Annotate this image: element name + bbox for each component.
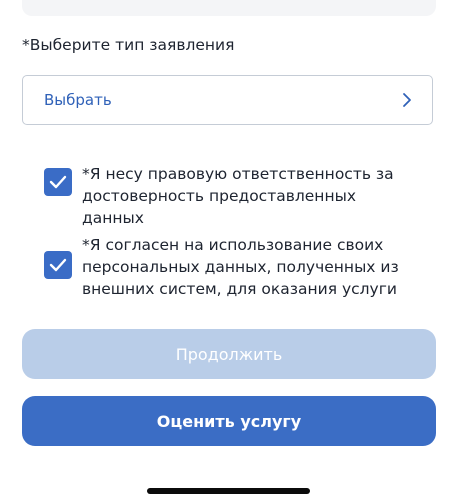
home-indicator[interactable] <box>147 488 310 494</box>
checkmark-icon <box>49 258 67 272</box>
chevron-right-icon <box>403 93 411 107</box>
continue-button[interactable]: Продолжить <box>22 329 436 379</box>
application-type-select[interactable]: Выбрать <box>22 75 433 125</box>
checkmark-icon <box>49 175 67 189</box>
select-value: Выбрать <box>44 91 112 109</box>
consent-checkbox[interactable] <box>44 251 72 279</box>
page: *Выберите тип заявления Выбрать *Я несу … <box>0 0 457 500</box>
consent-text: *Я согласен на использование своих персо… <box>82 236 399 298</box>
application-type-label: *Выберите тип заявления <box>22 36 235 54</box>
previous-field[interactable] <box>22 0 436 16</box>
responsibility-checkbox[interactable] <box>44 168 72 196</box>
responsibility-text: *Я несу правовую ответственность за дост… <box>82 165 394 227</box>
rate-service-button[interactable]: Оценить услугу <box>22 396 436 446</box>
